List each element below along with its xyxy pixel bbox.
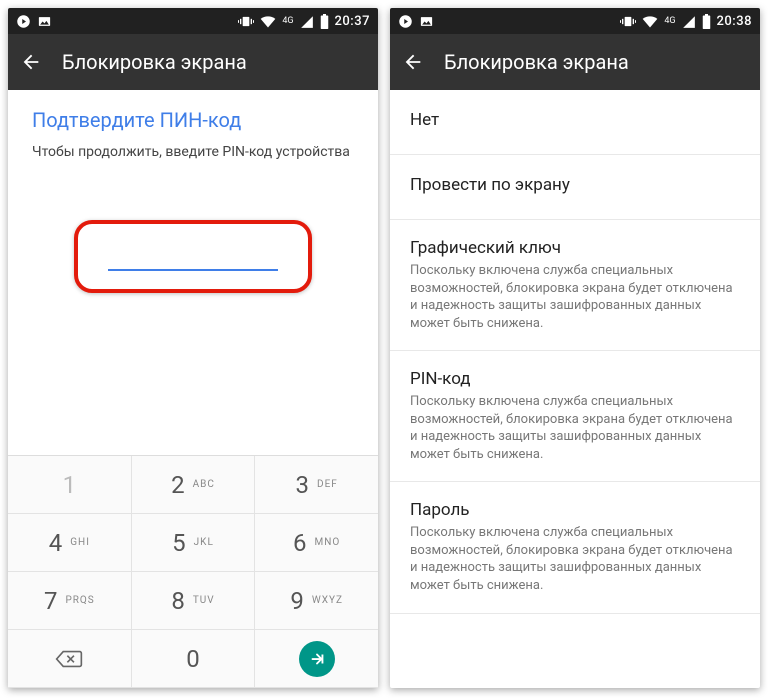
vibrate-icon	[238, 15, 254, 28]
appbar-title: Блокировка экрана	[62, 50, 247, 74]
key-9[interactable]: 9WXYZ	[255, 572, 378, 630]
network-label: 4G	[282, 17, 293, 26]
image-icon	[37, 14, 52, 29]
key-8[interactable]: 8TUV	[132, 572, 256, 630]
pin-subtitle: Чтобы продолжить, введите PIN-код устрой…	[32, 144, 354, 160]
back-arrow-icon[interactable]	[20, 51, 42, 73]
wifi-icon	[260, 15, 276, 28]
battery-icon	[320, 14, 329, 29]
image-icon	[419, 14, 434, 29]
pin-screen: Подтвердите ПИН-код Чтобы продолжить, вв…	[8, 90, 378, 455]
status-bar: 4G 20:38	[390, 8, 760, 34]
app-bar: Блокировка экрана	[390, 34, 760, 90]
key-enter[interactable]	[255, 630, 378, 688]
app-bar: Блокировка экрана	[8, 34, 378, 90]
numeric-keypad: 1 2ABC 3DEF 4GHI 5JKL 6MNO 7PRQS 8TUV 9W…	[8, 455, 378, 688]
key-7[interactable]: 7PRQS	[8, 572, 132, 630]
signal-icon	[682, 15, 696, 28]
clock: 20:38	[717, 14, 752, 29]
pin-title: Подтвердите ПИН-код	[32, 108, 354, 132]
key-4[interactable]: 4GHI	[8, 514, 132, 572]
key-3[interactable]: 3DEF	[255, 456, 378, 514]
vibrate-icon	[620, 15, 636, 28]
battery-icon	[702, 14, 711, 29]
key-2[interactable]: 2ABC	[132, 456, 256, 514]
option-pattern[interactable]: Графический ключ Поскольку включена служ…	[390, 220, 760, 351]
key-backspace[interactable]	[8, 630, 132, 688]
phone-left: 4G 20:37 Блокировка экрана Подтвердите П…	[8, 8, 378, 688]
key-1[interactable]: 1	[8, 456, 132, 514]
option-none[interactable]: Нет	[390, 90, 760, 155]
network-label: 4G	[664, 17, 675, 26]
pin-input-highlight	[74, 220, 312, 293]
play-circle-icon	[398, 14, 413, 29]
option-swipe[interactable]: Провести по экрану	[390, 155, 760, 220]
option-password[interactable]: Пароль Поскольку включена служба специал…	[390, 482, 760, 613]
phone-right: 4G 20:38 Блокировка экрана Нет Провести …	[390, 8, 760, 688]
status-bar: 4G 20:37	[8, 8, 378, 34]
pin-input[interactable]	[108, 238, 278, 271]
clock: 20:37	[335, 14, 370, 29]
back-arrow-icon[interactable]	[402, 51, 424, 73]
option-pin[interactable]: PIN-код Поскольку включена служба специа…	[390, 351, 760, 482]
signal-icon	[300, 15, 314, 28]
key-6[interactable]: 6MNO	[255, 514, 378, 572]
appbar-title: Блокировка экрана	[444, 50, 629, 74]
key-0[interactable]: 0	[132, 630, 256, 688]
key-5[interactable]: 5JKL	[132, 514, 256, 572]
wifi-icon	[642, 15, 658, 28]
lock-options-list: Нет Провести по экрану Графический ключ …	[390, 90, 760, 688]
play-circle-icon	[16, 14, 31, 29]
enter-icon	[299, 641, 335, 677]
